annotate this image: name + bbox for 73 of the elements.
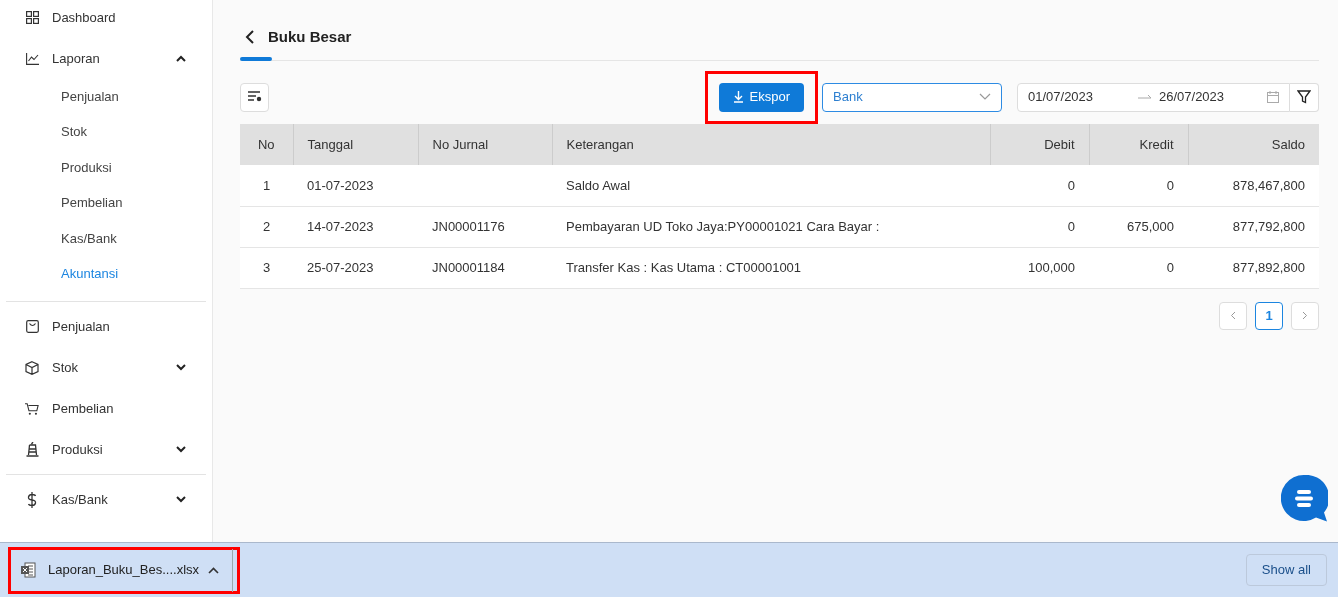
page-title: Buku Besar <box>268 26 352 47</box>
sidebar-subitem[interactable]: Penjualan <box>6 79 206 115</box>
filter-button[interactable] <box>1290 82 1319 112</box>
sidebar-subitem[interactable]: Akuntansi <box>6 255 206 292</box>
sidebar-subitem[interactable]: Produksi <box>6 149 206 186</box>
table-cell: 0 <box>1067 218 1075 234</box>
sidebar-item[interactable]: Penjualan <box>6 306 206 348</box>
chevron-up-icon[interactable] <box>176 55 186 62</box>
table-cell: 01-07-2023 <box>307 177 374 193</box>
column-header: Tanggal <box>293 124 418 165</box>
column-header: Keterangan <box>552 124 990 165</box>
table-cell: 0 <box>1166 259 1174 275</box>
chevron-down-icon <box>979 93 991 101</box>
chevron-left-icon <box>1230 311 1236 320</box>
column-header: Kredit <box>1089 124 1188 165</box>
table-cell: JN00001184 <box>432 259 505 275</box>
sidebar-subitem[interactable]: Kas/Bank <box>6 220 206 256</box>
export-button[interactable]: Ekspor <box>718 82 804 112</box>
sidebar-item[interactable]: Stok <box>6 347 206 389</box>
chat-button[interactable] <box>1281 475 1328 522</box>
column-header: Debit <box>990 124 1089 165</box>
download-item[interactable]: Laporan_Buku_Bes....xlsx <box>11 548 233 592</box>
filter-icon <box>1297 90 1311 104</box>
sidebar-subitem[interactable]: Stok <box>6 114 206 150</box>
date-range-field[interactable]: 01/07/2023 26/07/2023 <box>1017 82 1290 112</box>
back-icon[interactable] <box>244 29 256 45</box>
sidebar-item[interactable]: Laporan <box>6 38 206 79</box>
chevron-down-icon[interactable] <box>176 496 186 504</box>
chevron-up-icon[interactable] <box>208 566 219 574</box>
table-cell: Pembayaran UD Toko Jaya:PY00001021 Cara Bayar : <box>566 218 880 234</box>
column-settings-button[interactable] <box>240 82 269 112</box>
sidebar-item[interactable]: Kas/Bank <box>6 479 206 521</box>
table-cell: 1 <box>262 177 271 193</box>
box-icon <box>25 360 39 375</box>
cart-icon <box>25 401 39 416</box>
table-cell: 100,000 <box>1028 259 1075 275</box>
table-cell: 14-07-2023 <box>307 218 374 234</box>
download-icon <box>732 91 744 103</box>
sidebar-subitem[interactable]: Pembelian <box>6 185 206 221</box>
table-cell: 2 <box>262 218 271 234</box>
column-header: No Jurnal <box>418 124 552 165</box>
column-header: No <box>240 124 293 165</box>
column-header: Saldo <box>1188 124 1319 165</box>
table-cell: 0 <box>1166 177 1174 193</box>
spreadsheet-file-icon <box>20 562 36 578</box>
sidebar-item[interactable]: Produksi <box>6 429 206 471</box>
calendar-icon <box>1267 91 1279 103</box>
list-settings-icon <box>247 91 262 103</box>
line-chart-icon <box>25 52 39 65</box>
table-cell: 0 <box>1067 177 1075 193</box>
chevron-down-icon[interactable] <box>176 446 186 454</box>
chevron-down-icon[interactable] <box>176 364 186 372</box>
sidebar-item[interactable]: Dashboard <box>6 0 206 38</box>
table-cell: 877,792,800 <box>1232 218 1305 234</box>
table-cell: 675,000 <box>1127 218 1174 234</box>
show-all-button[interactable]: Show all <box>1245 554 1327 586</box>
table-cell: 878,467,800 <box>1232 177 1305 193</box>
tab-indicator <box>240 57 272 61</box>
page-button[interactable]: 1 <box>1255 301 1283 330</box>
account-select[interactable]: Bank <box>822 82 1002 112</box>
chevron-right-icon <box>1302 311 1308 320</box>
table-cell: 25-07-2023 <box>307 259 374 275</box>
table-cell: 3 <box>262 259 271 275</box>
sidebar-item[interactable]: Pembelian <box>6 388 206 430</box>
bag-icon <box>25 320 39 334</box>
table-cell: JN00001176 <box>432 218 505 234</box>
dollar-icon <box>27 491 37 508</box>
table-cell: Saldo Awal <box>566 177 631 193</box>
grid-icon <box>25 11 39 24</box>
chat-bubble-icon <box>1281 475 1328 522</box>
table-cell: 877,892,800 <box>1232 259 1305 275</box>
tower-icon <box>25 442 39 458</box>
table-cell: Transfer Kas : Kas Utama : CT00001001 <box>566 259 802 275</box>
